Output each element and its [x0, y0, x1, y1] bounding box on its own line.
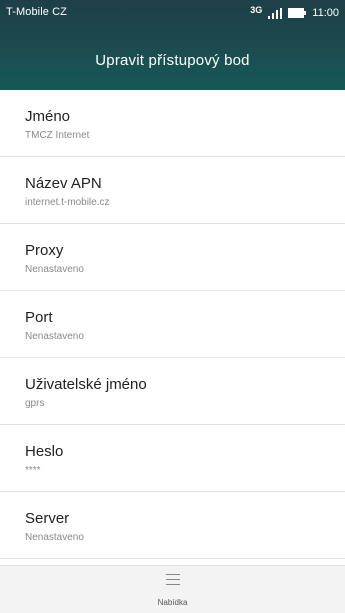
setting-label: Název APN — [25, 175, 102, 192]
setting-password[interactable]: Heslo **** — [0, 425, 345, 492]
signal-icon — [268, 7, 283, 19]
setting-value: **** — [25, 465, 41, 476]
battery-icon — [288, 8, 307, 18]
status-icons: 3G 11:00 — [250, 4, 339, 22]
page-title: Upravit přístupový bod — [95, 52, 250, 69]
setting-port[interactable]: Port Nenastaveno — [0, 291, 345, 358]
setting-value: Nenastaveno — [25, 264, 84, 275]
setting-value: Nenastaveno — [25, 331, 84, 342]
clock: 11:00 — [312, 7, 339, 19]
setting-name[interactable]: Jméno TMCZ Internet — [0, 90, 345, 157]
menu-icon[interactable] — [165, 574, 180, 586]
setting-label: Port — [25, 309, 53, 326]
setting-label: Uživatelské jméno — [25, 376, 147, 393]
apn-settings-list: Jméno TMCZ Internet Název APN internet.t… — [0, 90, 345, 559]
setting-label: Proxy — [25, 242, 64, 259]
setting-label: Server — [25, 510, 70, 527]
setting-value: Nenastaveno — [25, 532, 84, 543]
status-bar: T-Mobile CZ 3G 11:00 — [0, 0, 345, 26]
setting-apn[interactable]: Název APN internet.t-mobile.cz — [0, 157, 345, 224]
setting-server[interactable]: Server Nenastaveno — [0, 492, 345, 559]
setting-proxy[interactable]: Proxy Nenastaveno — [0, 224, 345, 291]
setting-value: internet.t-mobile.cz — [25, 197, 110, 208]
bottom-menu-bar[interactable]: Nabídka — [0, 565, 345, 613]
setting-username[interactable]: Uživatelské jméno gprs — [0, 358, 345, 425]
setting-value: TMCZ Internet — [25, 130, 90, 141]
setting-label: Heslo — [25, 443, 64, 460]
menu-label: Nabídka — [157, 598, 188, 607]
app-header: T-Mobile CZ 3G 11:00 Upravit přístupový … — [0, 0, 345, 90]
setting-label: Jméno — [25, 108, 71, 125]
network-type: 3G — [250, 5, 263, 15]
carrier-name: T-Mobile CZ — [6, 6, 67, 18]
setting-value: gprs — [25, 398, 45, 409]
